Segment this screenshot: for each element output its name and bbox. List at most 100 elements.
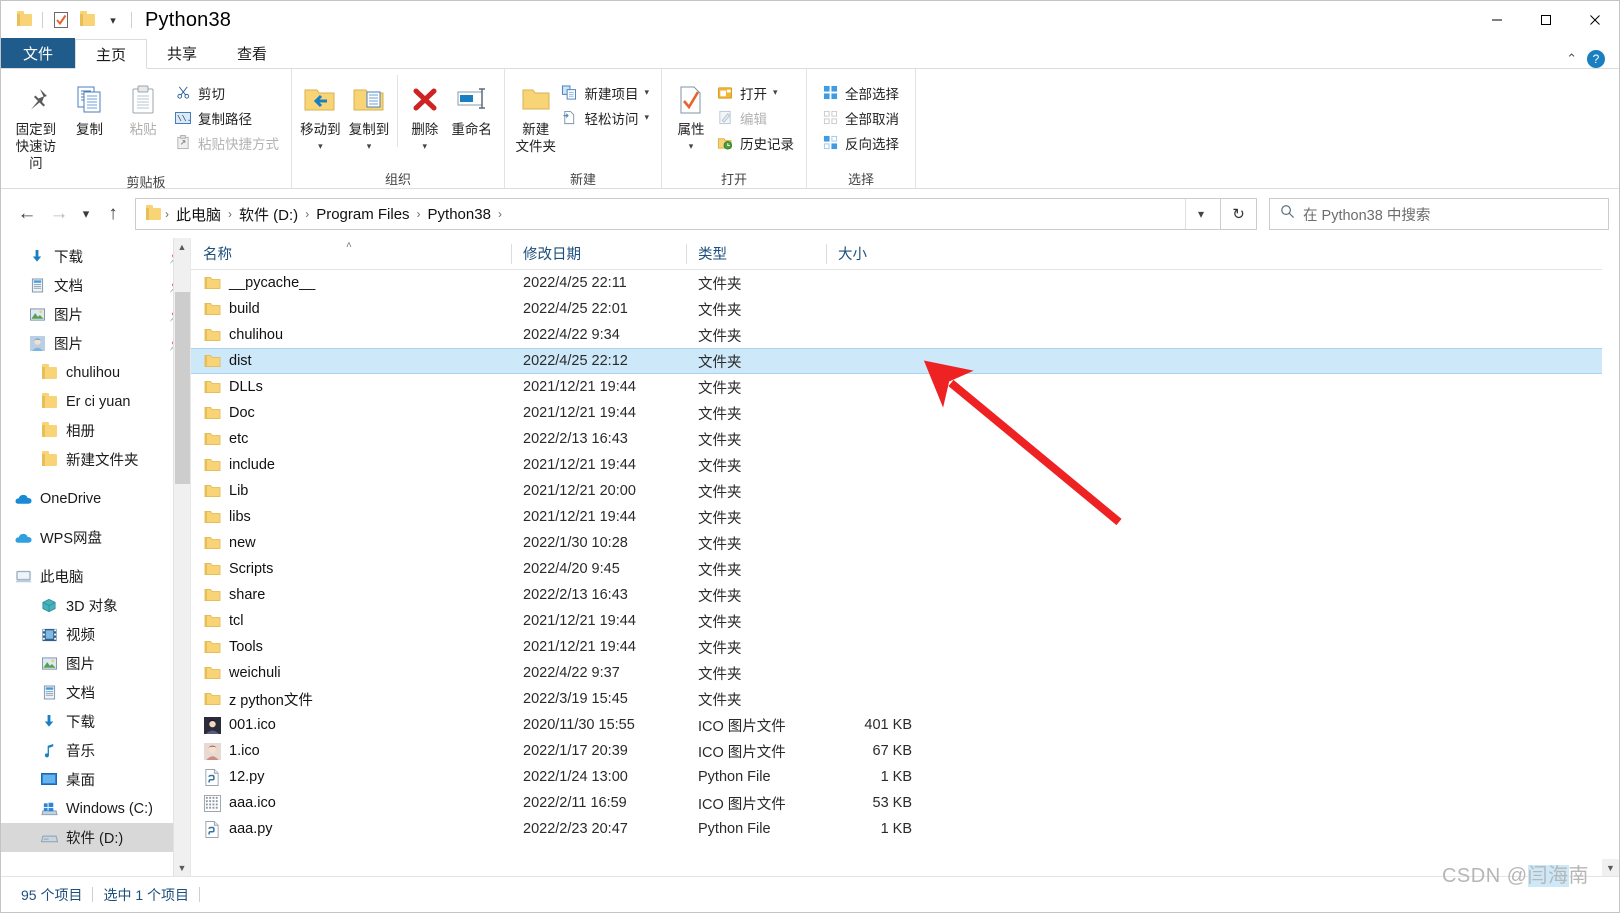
table-row[interactable]: Tools2021/12/21 19:44文件夹: [191, 634, 1619, 660]
properties-button[interactable]: 属性 ▾: [670, 75, 712, 155]
tab-home[interactable]: 主页: [75, 39, 147, 69]
chevron-down-icon[interactable]: ▾: [773, 87, 778, 98]
sidebar-item-pictures-pc[interactable]: 图片: [1, 649, 190, 678]
scroll-down-icon[interactable]: ▼: [1602, 859, 1619, 876]
breadcrumb-item-drive-d[interactable]: 软件 (D:): [232, 204, 305, 225]
move-to-button[interactable]: 移动到 ▾: [296, 75, 345, 155]
tab-view[interactable]: 查看: [217, 38, 287, 68]
collapse-ribbon-icon[interactable]: ⌃: [1566, 51, 1577, 67]
rename-button[interactable]: 重命名: [447, 75, 496, 138]
table-row[interactable]: 12.py2022/1/24 13:00Python File1 KB: [191, 764, 1619, 790]
sidebar-item-this-pc[interactable]: 此电脑: [1, 562, 190, 591]
select-all-button[interactable]: 全部选择: [817, 80, 903, 105]
table-row[interactable]: new2022/1/30 10:28文件夹: [191, 530, 1619, 556]
breadcrumb-item-python38[interactable]: Python38: [421, 206, 498, 223]
table-row[interactable]: 001.ico2020/11/30 15:55ICO 图片文件401 KB: [191, 712, 1619, 738]
table-row[interactable]: chulihou2022/4/22 9:34文件夹: [191, 322, 1619, 348]
sidebar-item-onedrive[interactable]: OneDrive: [1, 484, 190, 513]
back-button[interactable]: ←: [11, 198, 43, 230]
search-input[interactable]: 在 Python38 中搜索: [1303, 204, 1430, 225]
copy-to-button[interactable]: 复制到 ▾: [345, 75, 394, 155]
sidebar-item-software-d[interactable]: 软件 (D:): [1, 823, 190, 852]
select-none-button[interactable]: 全部取消: [817, 105, 903, 130]
table-row[interactable]: tcl2021/12/21 19:44文件夹: [191, 608, 1619, 634]
table-row[interactable]: 1.ico2022/1/17 20:39ICO 图片文件67 KB: [191, 738, 1619, 764]
new-folder-icon[interactable]: [74, 7, 100, 33]
edit-button[interactable]: 编辑: [712, 105, 798, 130]
sidebar-item-windows-c[interactable]: Windows (C:): [1, 794, 190, 823]
table-row[interactable]: etc2022/2/13 16:43文件夹: [191, 426, 1619, 452]
chevron-down-icon[interactable]: ▾: [100, 7, 126, 33]
chevron-down-icon[interactable]: ▾: [300, 138, 341, 155]
folder-icon[interactable]: [11, 7, 37, 33]
table-row[interactable]: share2022/2/13 16:43文件夹: [191, 582, 1619, 608]
sidebar-item-chulihou[interactable]: chulihou: [1, 358, 190, 387]
pin-to-quick-access-button[interactable]: 固定到 快速访问: [9, 75, 63, 172]
sidebar-item-videos[interactable]: 视频: [1, 620, 190, 649]
close-button[interactable]: [1570, 1, 1619, 39]
table-row[interactable]: Scripts2022/4/20 9:45文件夹: [191, 556, 1619, 582]
sidebar-item-music[interactable]: 音乐: [1, 736, 190, 765]
chevron-down-icon[interactable]: ▾: [678, 138, 705, 155]
easy-access-button[interactable]: 轻松访问 ▾: [556, 105, 653, 130]
paste-button[interactable]: 粘贴: [116, 75, 170, 138]
table-row[interactable]: aaa.ico2022/2/11 16:59ICO 图片文件53 KB: [191, 790, 1619, 816]
chevron-down-icon[interactable]: ▾: [644, 87, 649, 98]
scroll-up-icon[interactable]: [1602, 238, 1619, 255]
table-row[interactable]: aaa.py2022/2/23 20:47Python File1 KB: [191, 816, 1619, 842]
table-row[interactable]: Lib2021/12/21 20:00文件夹: [191, 478, 1619, 504]
file-list-scrollbar[interactable]: ▼: [1602, 238, 1619, 876]
sidebar-item-desktop[interactable]: 桌面: [1, 765, 190, 794]
cut-button[interactable]: 剪切: [170, 80, 283, 105]
sidebar-item-documents[interactable]: 文档 📌: [1, 271, 190, 300]
table-row[interactable]: libs2021/12/21 19:44文件夹: [191, 504, 1619, 530]
chevron-down-icon[interactable]: ▾: [349, 138, 390, 155]
chevron-down-icon[interactable]: ▾: [411, 138, 438, 155]
table-row[interactable]: z python文件2022/3/19 15:45文件夹: [191, 686, 1619, 712]
up-button[interactable]: ↑: [97, 198, 129, 230]
sidebar-item-pictures-custom[interactable]: 图片 📌: [1, 329, 190, 358]
history-button[interactable]: 历史记录: [712, 130, 798, 155]
sidebar-item-new-folder[interactable]: 新建文件夹: [1, 445, 190, 474]
forward-button[interactable]: →: [43, 198, 75, 230]
minimize-button[interactable]: [1472, 1, 1521, 39]
sidebar-item-wps-cloud[interactable]: WPS网盘: [1, 523, 190, 552]
breadcrumb-item-program-files[interactable]: Program Files: [309, 206, 416, 223]
tab-share[interactable]: 共享: [147, 38, 217, 68]
open-button[interactable]: 打开 ▾: [712, 80, 798, 105]
scroll-down-icon[interactable]: ▼: [174, 859, 190, 876]
tab-file[interactable]: 文件: [1, 38, 75, 68]
breadcrumb-separator[interactable]: ›: [498, 207, 502, 221]
search-box[interactable]: 在 Python38 中搜索: [1269, 198, 1609, 230]
sidebar-item-downloads-pc[interactable]: 下载: [1, 707, 190, 736]
refresh-button[interactable]: ↻: [1221, 198, 1257, 230]
sidebar-item-3d-objects[interactable]: 3D 对象: [1, 591, 190, 620]
delete-button[interactable]: 删除 ▾: [402, 75, 447, 155]
invert-selection-button[interactable]: 反向选择: [817, 130, 903, 155]
chevron-down-icon[interactable]: ▾: [644, 112, 649, 123]
column-header-type[interactable]: 类型: [686, 238, 826, 270]
paste-shortcut-button[interactable]: 粘贴快捷方式: [170, 130, 283, 155]
new-folder-button[interactable]: 新建 文件夹: [515, 75, 556, 155]
sidebar-item-er-ci-yuan[interactable]: Er ci yuan: [1, 387, 190, 416]
sidebar-scrollbar[interactable]: ▲ ▼: [173, 238, 190, 876]
sidebar-item-documents-pc[interactable]: 文档: [1, 678, 190, 707]
breadcrumb-dropdown-icon[interactable]: ▾: [1185, 199, 1216, 229]
new-item-button[interactable]: 新建项目 ▾: [556, 80, 653, 105]
table-row[interactable]: dist2022/4/25 22:12文件夹: [191, 348, 1619, 374]
sidebar-item-pictures[interactable]: 图片 📌: [1, 300, 190, 329]
properties-check-icon[interactable]: [48, 7, 74, 33]
table-row[interactable]: include2021/12/21 19:44文件夹: [191, 452, 1619, 478]
copy-path-button[interactable]: \\.. 复制路径: [170, 105, 283, 130]
sidebar-item-downloads[interactable]: 下载 📌: [1, 242, 190, 271]
column-header-date[interactable]: 修改日期: [511, 238, 686, 270]
column-header-size[interactable]: 大小: [826, 238, 926, 270]
breadcrumb[interactable]: › 此电脑 › 软件 (D:) › Program Files › Python…: [135, 198, 1221, 230]
maximize-button[interactable]: [1521, 1, 1570, 39]
table-row[interactable]: Doc2021/12/21 19:44文件夹: [191, 400, 1619, 426]
scroll-up-icon[interactable]: ▲: [174, 238, 190, 255]
help-icon[interactable]: ?: [1587, 50, 1605, 68]
table-row[interactable]: weichuli2022/4/22 9:37文件夹: [191, 660, 1619, 686]
column-header-name[interactable]: 名称 ˄: [191, 238, 511, 270]
table-row[interactable]: __pycache__2022/4/25 22:11文件夹: [191, 270, 1619, 296]
